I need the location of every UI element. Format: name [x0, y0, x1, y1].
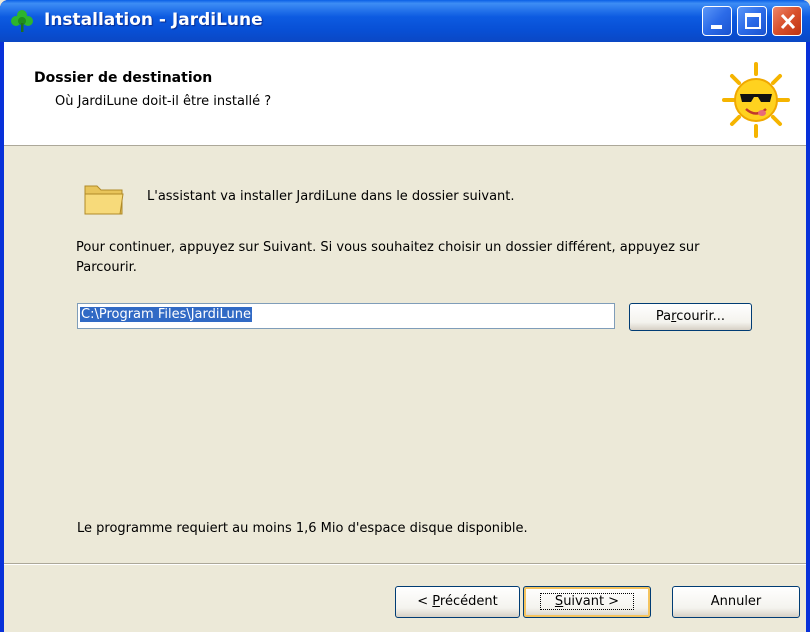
folder-icon: [84, 185, 124, 215]
window-title: Installation - JardiLune: [44, 10, 263, 30]
minimize-button[interactable]: [702, 6, 732, 36]
focus-rect: Suivant >: [539, 593, 635, 610]
close-button[interactable]: [772, 6, 802, 36]
destination-path-value: C:\Program Files\JardiLune: [80, 307, 252, 322]
wizard-header: Dossier de destination Où JardiLune doit…: [4, 42, 806, 146]
next-button[interactable]: Suivant >: [523, 586, 651, 618]
title-bar[interactable]: Installation - JardiLune: [0, 0, 810, 42]
clover-icon: [11, 10, 33, 32]
cancel-button[interactable]: Annuler: [672, 586, 800, 618]
footer-divider: [4, 563, 806, 565]
minimize-icon: [711, 25, 722, 29]
page-title: Dossier de destination: [34, 70, 213, 86]
instructions-text: Pour continuer, appuyez sur Suivant. Si …: [76, 240, 700, 275]
browse-button[interactable]: Parcourir...: [629, 303, 752, 331]
maximize-button[interactable]: [737, 6, 767, 36]
intro-text: L'assistant va installer JardiLune dans …: [147, 189, 515, 204]
back-button[interactable]: < Précédent: [395, 586, 520, 618]
disk-space-text: Le programme requiert au moins 1,6 Mio d…: [77, 521, 528, 536]
close-icon: [780, 13, 796, 30]
sun-logo-icon: [722, 62, 790, 138]
dialog-client-area: Dossier de destination Où JardiLune doit…: [4, 42, 806, 632]
page-subtitle: Où JardiLune doit-il être installé ?: [55, 94, 272, 109]
maximize-icon: [745, 13, 761, 29]
destination-path-input[interactable]: C:\Program Files\JardiLune: [77, 303, 615, 329]
installer-window: Installation - JardiLune Dossier de dest…: [0, 0, 810, 632]
